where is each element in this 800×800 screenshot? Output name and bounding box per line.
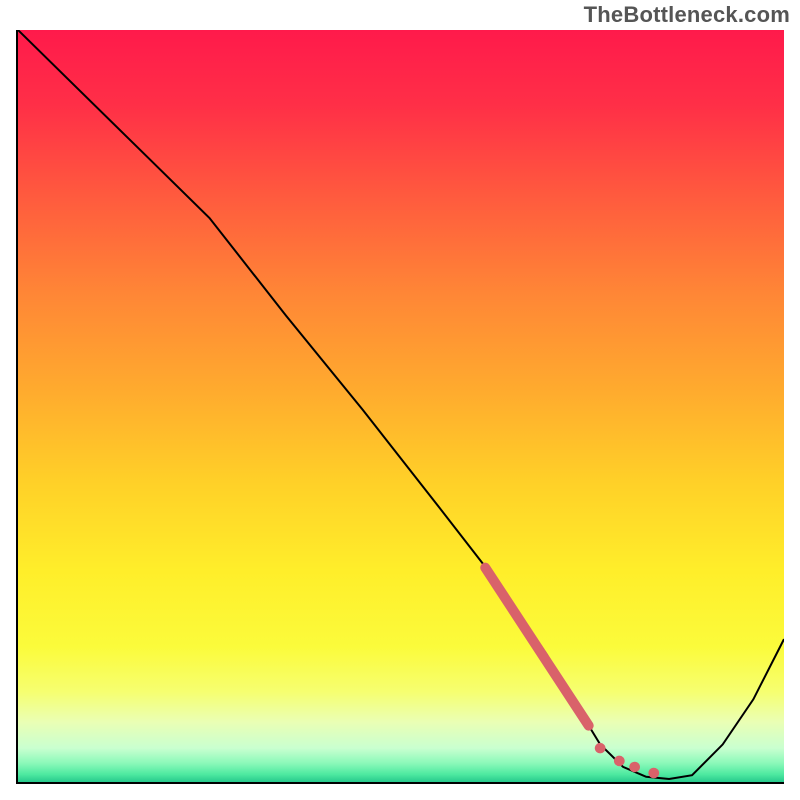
highlight-dot — [595, 743, 606, 754]
watermark-text: TheBottleneck.com — [584, 2, 790, 28]
highlight-dot — [648, 768, 659, 779]
plot-frame — [16, 30, 784, 784]
chart-svg — [18, 30, 784, 782]
chart-container: TheBottleneck.com — [0, 0, 800, 800]
plot-inner — [18, 30, 784, 782]
highlight-dot — [614, 756, 625, 767]
highlight-dot — [629, 762, 640, 773]
